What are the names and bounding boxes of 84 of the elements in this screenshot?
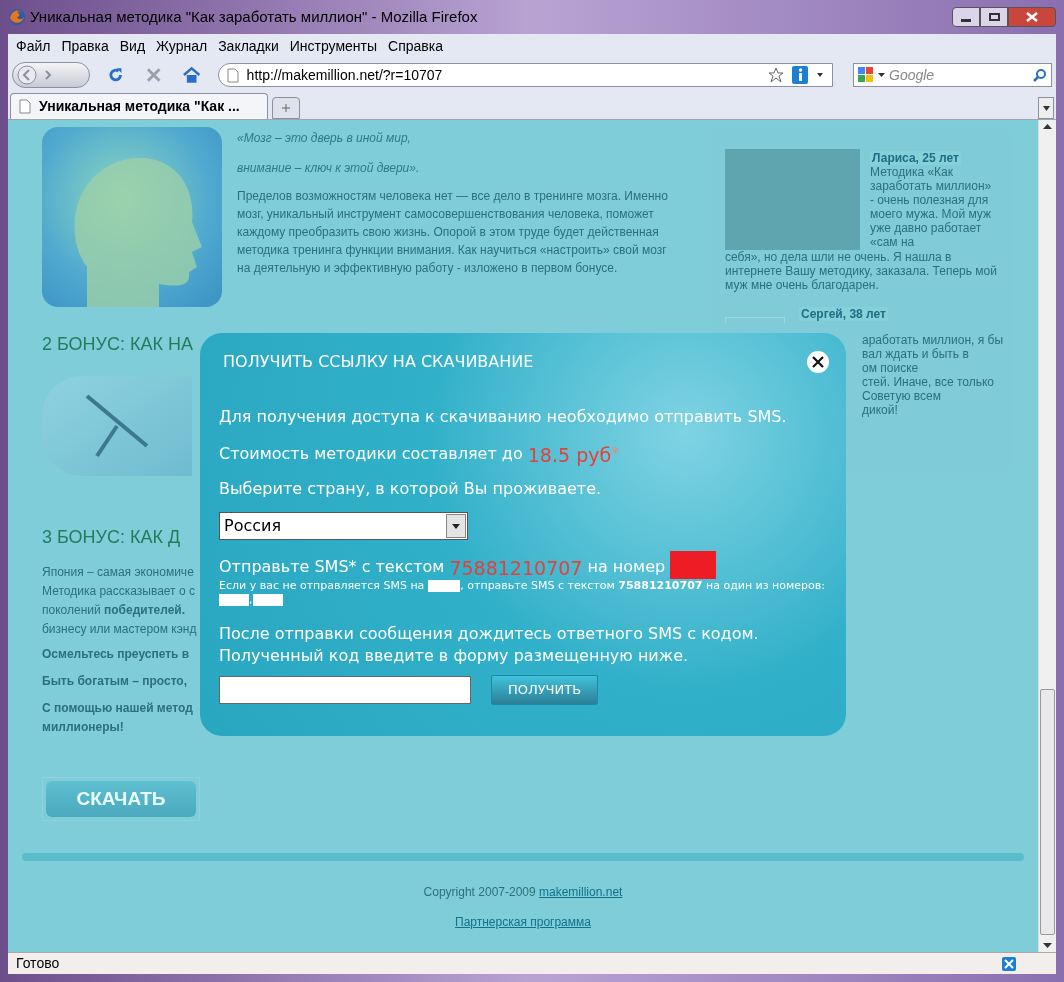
browser-tab[interactable]: Уникальная методика "Как ...	[10, 93, 268, 119]
instruction-text: Для получения доступа к скачиванию необходимо отправить SMS.	[219, 406, 788, 428]
caret-icon	[1042, 105, 1050, 111]
section-heading: 2 БОНУС: КАК НА	[42, 333, 194, 356]
star-icon[interactable]	[768, 67, 784, 83]
menu-item[interactable]: Закладки	[218, 35, 279, 57]
review-text: Методика «Как заработать миллион» - очень полезная для моего мужа. Мой муж уже давно работает «сам на	[870, 165, 993, 249]
instruction-text: Выберите страну, в которой Вы проживаете.	[219, 478, 603, 500]
avatar-placeholder	[725, 317, 785, 323]
redacted-number	[252, 594, 283, 606]
scrollbar-thumb[interactable]	[1040, 689, 1055, 935]
text-line: ом поиске	[862, 361, 919, 375]
code-input[interactable]	[219, 676, 471, 704]
search-input[interactable]: Google	[889, 64, 1029, 86]
home-icon[interactable]	[182, 66, 202, 84]
search-engine-icon[interactable]	[858, 67, 874, 83]
page-icon	[226, 67, 239, 83]
dialog-title: ПОЛУЧИТЬ ССЫЛКУ НА СКАЧИВАНИЕ	[223, 351, 534, 373]
back-button[interactable]	[17, 65, 37, 85]
text-line: вал ждать и быть в	[862, 347, 969, 361]
review-author: Сергей, 38 лет	[799, 307, 888, 321]
menu-item[interactable]: Журнал	[156, 35, 208, 57]
quote-line: внимание – ключ к этой двери».	[237, 160, 420, 177]
menu-item[interactable]: Вид	[119, 35, 146, 57]
instruction-text: После отправки сообщения дождитесь ответного SMS с кодом.	[219, 623, 759, 645]
sms-instruction: на номер	[586, 556, 667, 578]
close-icon	[812, 356, 824, 368]
intro-paragraph: Пределов возможностям человека нет — все дело в тренинге мозга. Именно мозг, уникальный инструмент самосовершенствования человека, поможет каждому преобразить свою жизнь. Опорой в этом труде будет действенная методика тренинга функции внимания. Как научиться «настроить» свой мозг на деятельную и эффективную работу - изложено в первом бонусе.	[237, 188, 669, 277]
menu-item[interactable]: Справка	[388, 35, 443, 57]
text-line: бизнесу или мастером кэнд	[42, 621, 197, 638]
text-line: Быть богатым – просто,	[42, 673, 188, 690]
text-line: стей. Иначе, все только	[862, 375, 994, 389]
scrollbar[interactable]	[1038, 120, 1056, 952]
address-field[interactable]: http://makemillion.net/?r=10707	[217, 63, 833, 87]
text-line: Методика рассказывает о с	[42, 583, 195, 600]
text-line: поколений победителей.	[42, 602, 186, 619]
search-icon[interactable]	[1033, 68, 1047, 82]
search-field[interactable]: Google	[853, 63, 1052, 87]
minimize-button[interactable]	[952, 7, 980, 27]
quote-line: «Мозг – это дверь в иной мир,	[237, 130, 411, 147]
cost-text: Стоимость методики составляет до	[219, 443, 524, 465]
close-button[interactable]	[1008, 7, 1056, 27]
instruction-text: Полученный код введите в форму размещенную ниже.	[219, 645, 689, 667]
alternative-text: Если у вас не отправляется SMS на	[219, 579, 425, 593]
menu-item[interactable]: Инструменты	[289, 35, 378, 57]
sms-instruction: Отправьте SMS* с текстом	[219, 556, 446, 578]
country-select[interactable]: Россия	[219, 512, 468, 540]
menu-item[interactable]: Файл	[16, 35, 51, 57]
browser-logo-icon	[8, 8, 26, 26]
text-line: Япония – самая экономиче	[42, 564, 194, 581]
section-heading: 3 БОНУС: КАК Д	[42, 526, 181, 549]
redacted-number	[670, 551, 717, 579]
maximize-button[interactable]	[980, 7, 1008, 27]
text-line: Советую всем	[862, 389, 941, 403]
review-text: себя», но дела шли не очень. Я нашла в интернете Вашу методику, заказала. Теперь мой муж мне очень благодарен.	[725, 250, 997, 292]
text-line: аработать миллион, я бы	[862, 333, 1004, 347]
separator-text: ,	[249, 593, 253, 607]
close-button[interactable]	[807, 351, 829, 373]
alternative-text: , отправьте SMS с текстом 75881210707 на один из номеров:	[460, 579, 825, 593]
copyright-text: Copyright 2007-2009	[423, 884, 537, 901]
close-icon	[1026, 12, 1038, 22]
redacted-number	[428, 580, 461, 592]
text-line: Осмельтесь преуспеть в	[42, 646, 190, 663]
page-icon	[19, 99, 31, 114]
dropdown-icon[interactable]	[816, 72, 824, 78]
menu-item[interactable]: Правка	[61, 35, 109, 57]
caret-icon	[452, 523, 460, 529]
tab-list-button[interactable]	[1038, 97, 1054, 119]
status-text: Готово	[16, 954, 60, 973]
redacted-number	[219, 594, 249, 606]
url-text: http://makemillion.net/?r=10707	[246, 65, 443, 85]
scroll-down-icon[interactable]	[1043, 943, 1052, 948]
price-text: 18.5 руб	[527, 444, 612, 466]
addon-icon[interactable]	[1002, 956, 1018, 971]
footnote-mark: *	[611, 443, 620, 465]
scroll-up-icon[interactable]	[1043, 124, 1052, 129]
sms-code: 75881210707	[449, 557, 583, 579]
text-line: С помощью нашей метод миллионеры!	[42, 700, 193, 736]
window-title: Уникальная методика "Как заработать миллион" - Mozilla Firefox	[30, 6, 478, 27]
plus-icon	[282, 104, 290, 112]
info-icon[interactable]	[792, 66, 808, 84]
dropdown-icon[interactable]	[878, 72, 885, 78]
review-author: Лариса, 25 лет	[870, 151, 961, 165]
text-line: дикой!	[862, 403, 898, 417]
